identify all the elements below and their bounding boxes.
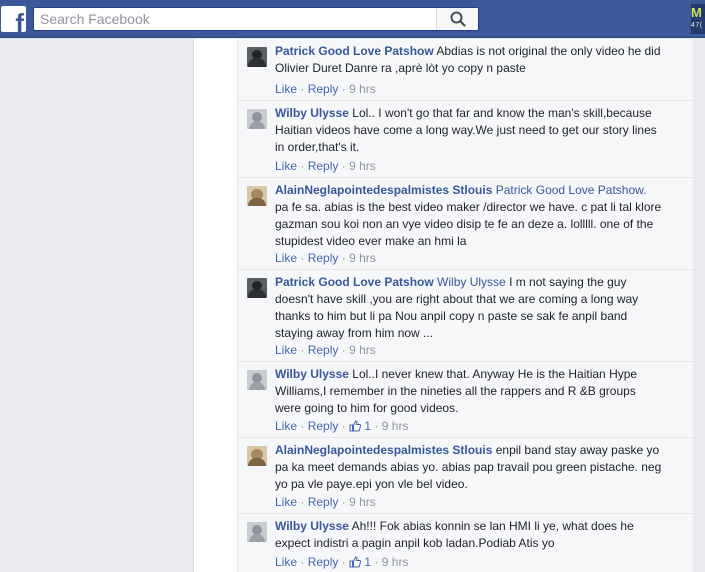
comment-author-link[interactable]: AlainNeglapointedespalmistes Stlouis [275, 183, 492, 197]
comment-author-link[interactable]: Patrick Good Love Patshow [275, 44, 434, 58]
comment-body: Patrick Good Love Patshow Wilby Ulysse I… [275, 274, 663, 342]
search-icon [450, 11, 466, 27]
comment-timestamp[interactable]: 9 hrs [349, 251, 376, 265]
like-link[interactable]: Like [275, 82, 297, 96]
top-navigation-bar: f M 47( [0, 0, 705, 38]
wilby-avatar[interactable] [247, 370, 267, 390]
thumbs-up-icon [349, 420, 362, 432]
profile-thumbnail[interactable]: M 47( [691, 4, 705, 34]
reply-link[interactable]: Reply [308, 82, 339, 96]
search-box [33, 7, 479, 31]
comment-actions: Like · Reply · 1 · 9 hrs [275, 555, 409, 569]
comment-author-link[interactable]: Wilby Ulysse [275, 367, 349, 381]
comment-actions: Like · Reply · 9 hrs [275, 82, 376, 96]
like-count[interactable]: 1 [349, 419, 374, 433]
comment-body: Wilby Ulysse Lol.. I won't go that far a… [275, 105, 663, 156]
reply-link[interactable]: Reply [308, 343, 339, 357]
comment-timestamp[interactable]: 9 hrs [349, 343, 376, 357]
comment-item: Wilby Ulysse Ah!!! Fok abias konnin se l… [238, 513, 694, 572]
comment-text: pa fe sa. abias is the best video maker … [275, 200, 662, 248]
comment-item: Patrick Good Love Patshow Wilby Ulysse I… [238, 269, 694, 361]
like-link[interactable]: Like [275, 251, 297, 265]
like-count-value: 1 [364, 419, 372, 433]
alain-avatar[interactable] [247, 186, 267, 206]
mention-link[interactable]: Wilby Ulysse [437, 275, 506, 289]
wilby-avatar[interactable] [247, 109, 267, 129]
reply-link[interactable]: Reply [308, 251, 339, 265]
comment-author-link[interactable]: AlainNeglapointedespalmistes Stlouis [275, 443, 492, 457]
comment-timestamp[interactable]: 9 hrs [382, 555, 409, 569]
comment-body: Patrick Good Love Patshow Abdias is not … [275, 43, 663, 77]
comment-item: Wilby Ulysse Lol.. I won't go that far a… [238, 100, 694, 177]
alain-avatar[interactable] [247, 446, 267, 466]
comment-body: Wilby Ulysse Ah!!! Fok abias konnin se l… [275, 518, 663, 552]
like-link[interactable]: Like [275, 159, 297, 173]
reply-link[interactable]: Reply [308, 495, 339, 509]
comment-timestamp[interactable]: 9 hrs [382, 419, 409, 433]
like-link[interactable]: Like [275, 419, 297, 433]
search-button[interactable] [436, 8, 478, 30]
comment-actions: Like · Reply · 1 · 9 hrs [275, 419, 409, 433]
like-link[interactable]: Like [275, 555, 297, 569]
patrick-avatar[interactable] [247, 278, 267, 298]
comment-item: Patrick Good Love Patshow Abdias is not … [238, 39, 694, 100]
comment-timestamp[interactable]: 9 hrs [349, 82, 376, 96]
like-count[interactable]: 1 [349, 555, 374, 569]
like-count-value: 1 [364, 555, 372, 569]
thumbs-up-icon [349, 556, 362, 568]
comment-actions: Like · Reply · 9 hrs [275, 159, 376, 173]
left-sidebar [0, 39, 193, 572]
comment-thread: Patrick Good Love Patshow Abdias is not … [237, 39, 694, 572]
comment-actions: Like · Reply · 9 hrs [275, 251, 376, 265]
patrick-avatar[interactable] [247, 47, 267, 67]
right-rail [693, 39, 705, 572]
profile-thumbnail-text: M [691, 5, 702, 20]
mention-link[interactable]: Patrick Good Love Patshow. [496, 183, 647, 197]
comment-item: AlainNeglapointedespalmistes Stlouis enp… [238, 437, 694, 513]
comment-body: Wilby Ulysse Lol..I never knew that. Any… [275, 366, 663, 417]
comment-item: AlainNeglapointedespalmistes Stlouis Pat… [238, 177, 694, 269]
comment-body: AlainNeglapointedespalmistes Stlouis Pat… [275, 182, 663, 250]
comment-actions: Like · Reply · 9 hrs [275, 343, 376, 357]
comment-body: AlainNeglapointedespalmistes Stlouis enp… [275, 442, 663, 493]
comment-author-link[interactable]: Patrick Good Love Patshow [275, 275, 434, 289]
facebook-logo-letter: f [15, 8, 24, 32]
facebook-logo[interactable]: f [1, 6, 26, 32]
comment-timestamp[interactable]: 9 hrs [349, 159, 376, 173]
like-link[interactable]: Like [275, 343, 297, 357]
profile-thumbnail-subtext: 47( [691, 22, 703, 29]
reply-link[interactable]: Reply [308, 555, 339, 569]
comment-author-link[interactable]: Wilby Ulysse [275, 106, 349, 120]
comment-author-link[interactable]: Wilby Ulysse [275, 519, 349, 533]
reply-link[interactable]: Reply [308, 419, 339, 433]
wilby-avatar[interactable] [247, 522, 267, 542]
comment-item: Wilby Ulysse Lol..I never knew that. Any… [238, 361, 694, 437]
like-link[interactable]: Like [275, 495, 297, 509]
comment-actions: Like · Reply · 9 hrs [275, 495, 376, 509]
reply-link[interactable]: Reply [308, 159, 339, 173]
search-input[interactable] [34, 8, 439, 30]
comment-timestamp[interactable]: 9 hrs [349, 495, 376, 509]
